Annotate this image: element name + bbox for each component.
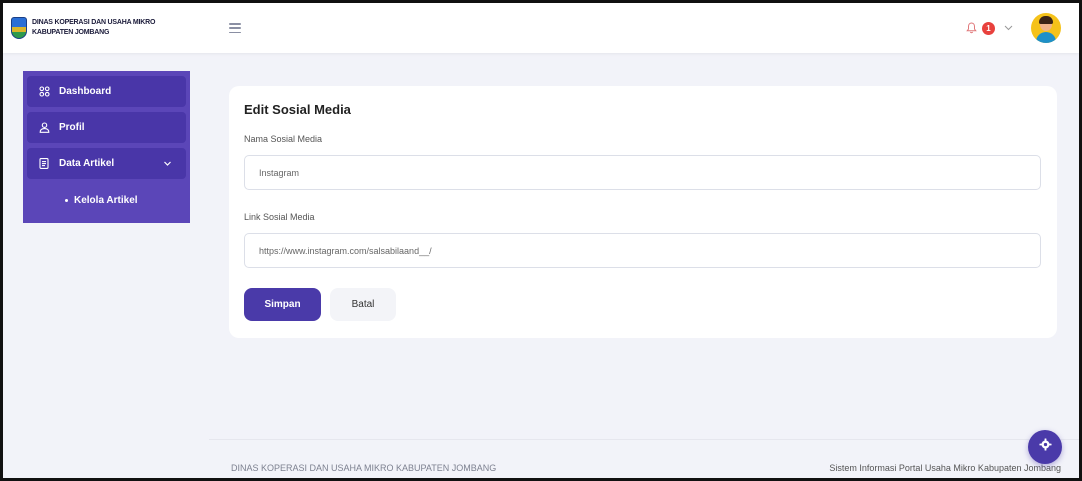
name-input[interactable]: Instagram	[244, 155, 1041, 190]
chevron-down-icon[interactable]	[1001, 21, 1015, 35]
notification-badge[interactable]: 1	[982, 21, 995, 35]
cancel-button[interactable]: Batal	[330, 288, 396, 321]
sidebar-subitem-label: Kelola Artikel	[74, 195, 138, 206]
header-actions: 1	[964, 13, 1061, 43]
menu-toggle-icon[interactable]	[229, 23, 241, 33]
page-title: Edit Sosial Media	[244, 102, 351, 117]
footer-left-text: DINAS KOPERASI DAN USAHA MIKRO KABUPATEN…	[231, 463, 497, 473]
bullet-icon	[65, 199, 68, 202]
gear-icon	[1038, 438, 1052, 456]
avatar[interactable]	[1031, 13, 1061, 43]
sidebar-item-dashboard[interactable]: Dashboard	[27, 76, 186, 107]
link-field-label: Link Sosial Media	[244, 212, 315, 222]
sidebar-item-label: Data Artikel	[59, 158, 115, 169]
settings-button[interactable]	[1028, 430, 1062, 464]
link-input[interactable]: https://www.instagram.com/salsabilaand__…	[244, 233, 1041, 268]
regency-logo-icon	[11, 17, 27, 39]
edit-social-media-card: Edit Sosial Media Nama Sosial Media Inst…	[229, 86, 1057, 338]
brand-text: DINAS KOPERASI DAN USAHA MIKRO KABUPATEN…	[32, 18, 155, 38]
sidebar-item-label: Dashboard	[59, 86, 112, 97]
grid-icon	[38, 86, 50, 98]
sidebar-item-label: Profil	[59, 122, 85, 133]
sidebar: Dashboard Profil Data Artikel Kelola Art…	[23, 71, 190, 223]
save-button[interactable]: Simpan	[244, 288, 321, 321]
brand-line-2: KABUPATEN JOMBANG	[32, 29, 110, 36]
top-header: DINAS KOPERASI DAN USAHA MIKRO KABUPATEN…	[3, 3, 1079, 53]
sidebar-item-profil[interactable]: Profil	[27, 112, 186, 143]
sidebar-item-data-artikel[interactable]: Data Artikel	[27, 148, 186, 179]
sidebar-subitem-kelola-artikel[interactable]: Kelola Artikel	[65, 195, 138, 206]
bell-icon[interactable]	[964, 21, 978, 35]
brand[interactable]: DINAS KOPERASI DAN USAHA MIKRO KABUPATEN…	[11, 11, 186, 45]
footer-right-text: Sistem Informasi Portal Usaha Mikro Kabu…	[829, 463, 1061, 473]
footer-divider	[209, 439, 1079, 440]
document-icon	[38, 158, 50, 170]
user-icon	[38, 122, 50, 134]
name-field-label: Nama Sosial Media	[244, 134, 323, 144]
brand-line-1: DINAS KOPERASI DAN USAHA MIKRO	[32, 19, 156, 26]
chevron-down-icon[interactable]	[163, 159, 172, 168]
